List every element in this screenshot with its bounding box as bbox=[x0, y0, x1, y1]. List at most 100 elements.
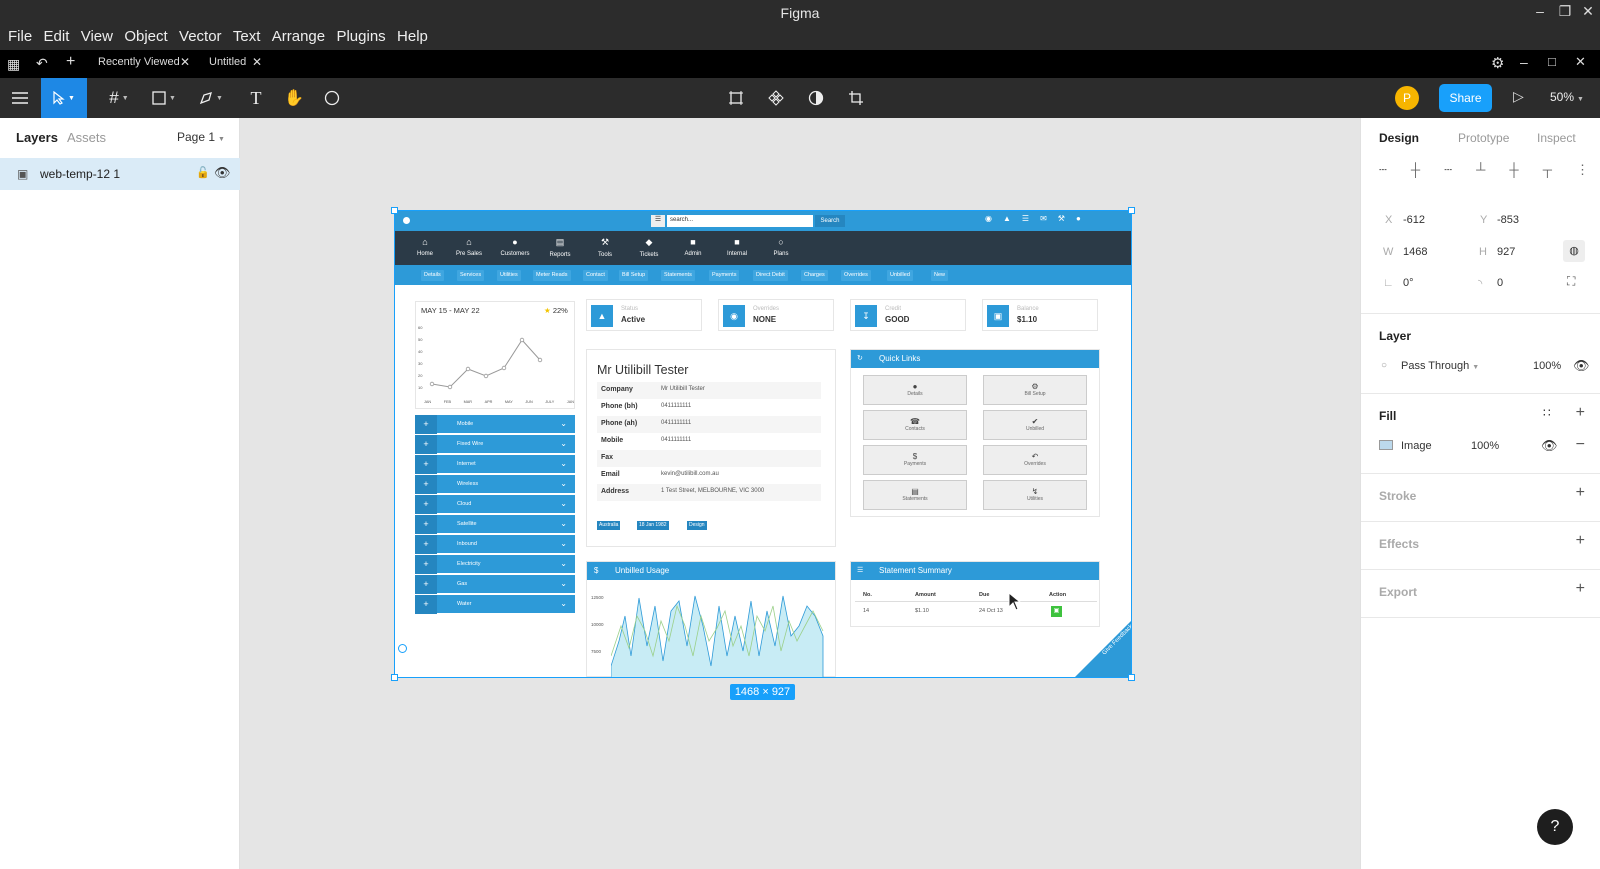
x-field[interactable]: -612 bbox=[1403, 214, 1425, 226]
tab-recently-viewed[interactable]: Recently Viewed bbox=[98, 56, 180, 68]
blend-icon: ○ bbox=[1381, 360, 1388, 371]
close-icon[interactable]: ✕ bbox=[1575, 54, 1586, 70]
eye-icon[interactable]: 👁 bbox=[214, 165, 231, 181]
eye-icon[interactable]: 👁 bbox=[1573, 358, 1590, 374]
y-field[interactable]: -853 bbox=[1497, 214, 1519, 226]
rotation-field[interactable]: 0° bbox=[1403, 277, 1414, 289]
distribute-icon[interactable]: ⋮ bbox=[1576, 162, 1589, 178]
crop-icon[interactable] bbox=[838, 78, 874, 118]
menu-view[interactable]: View bbox=[81, 28, 113, 45]
align-left-icon[interactable]: ┄ bbox=[1379, 162, 1387, 178]
title-bar: Figma – ❐ ✕ bbox=[0, 0, 1600, 26]
close-tab-icon[interactable]: ✕ bbox=[252, 55, 262, 69]
blend-mode-value: Pass Through bbox=[1401, 360, 1470, 372]
zoom-level[interactable]: 50% ▼ bbox=[1550, 90, 1584, 104]
tab-untitled[interactable]: Untitled bbox=[209, 56, 246, 68]
cursor-icon bbox=[1008, 592, 1022, 611]
close-icon[interactable]: ✕ bbox=[1578, 3, 1598, 20]
tab-assets[interactable]: Assets bbox=[67, 130, 106, 145]
help-button[interactable]: ? bbox=[1537, 809, 1573, 845]
export-section: Export + bbox=[1361, 570, 1600, 618]
frame-selection-icon[interactable] bbox=[718, 78, 754, 118]
rotation-icon: ∟ bbox=[1383, 277, 1394, 289]
avatar[interactable]: P bbox=[1395, 86, 1419, 110]
height-field[interactable]: 927 bbox=[1497, 246, 1515, 258]
menu-object[interactable]: Object bbox=[124, 28, 167, 45]
resize-handle[interactable] bbox=[391, 674, 398, 681]
align-right-icon[interactable]: ┄ bbox=[1444, 162, 1452, 178]
text-tool-button[interactable]: T bbox=[238, 78, 274, 118]
right-panel: Design Prototype Inspect ┄ ┼ ┄ ┴ ┼ ┬ ⋮ X… bbox=[1360, 118, 1600, 869]
fill-opacity-field[interactable]: 100% bbox=[1471, 440, 1499, 452]
zoom-value: 50% bbox=[1550, 90, 1575, 104]
tab-design[interactable]: Design bbox=[1379, 131, 1419, 145]
width-field[interactable]: 1468 bbox=[1403, 246, 1427, 258]
layer-name: web-temp-12 1 bbox=[40, 167, 121, 181]
main-menu-icon[interactable] bbox=[2, 78, 38, 118]
minimize-icon[interactable]: – bbox=[1520, 54, 1528, 70]
comment-tool-icon[interactable] bbox=[314, 78, 350, 118]
layer-row[interactable]: ▣ web-temp-12 1 🔓 👁 bbox=[0, 158, 240, 190]
mask-icon[interactable] bbox=[798, 78, 834, 118]
frame-tool-button[interactable]: # ▼ bbox=[98, 78, 140, 118]
tab-layers[interactable]: Layers bbox=[16, 130, 58, 145]
add-export-icon[interactable]: + bbox=[1576, 580, 1585, 598]
new-tab-icon[interactable]: + bbox=[66, 53, 75, 71]
resize-handle[interactable] bbox=[1128, 207, 1135, 214]
menu-vector[interactable]: Vector bbox=[179, 28, 222, 45]
share-button[interactable]: Share bbox=[1439, 84, 1492, 112]
x-label: X bbox=[1385, 214, 1393, 226]
unlock-icon[interactable]: 🔓 bbox=[196, 166, 210, 179]
tab-bar: ▦ ↶ + Recently Viewed ✕ Untitled ✕ ⚙ – □… bbox=[0, 50, 1600, 78]
styles-icon[interactable]: ∷ bbox=[1543, 406, 1551, 420]
grid-icon[interactable]: ▦ bbox=[7, 56, 20, 73]
restore-icon[interactable]: ❐ bbox=[1555, 3, 1575, 20]
align-center-h-icon[interactable]: ┼ bbox=[1411, 162, 1420, 178]
shape-tool-button[interactable]: ▼ bbox=[143, 78, 185, 118]
menu-arrange[interactable]: Arrange bbox=[272, 28, 325, 45]
add-stroke-icon[interactable]: + bbox=[1576, 484, 1585, 502]
hand-tool-icon[interactable]: ✋ bbox=[276, 78, 312, 118]
toolbar: ▼ # ▼ ▼ ▼ T ✋ P Share ▷ 50% ▼ bbox=[0, 78, 1600, 118]
fill-section: Fill ∷ + Image 100% 👁 − bbox=[1361, 394, 1600, 474]
add-fill-icon[interactable]: + bbox=[1576, 404, 1585, 422]
align-center-v-icon[interactable]: ┼ bbox=[1509, 162, 1518, 178]
move-tool-button[interactable]: ▼ bbox=[41, 78, 87, 118]
close-tab-icon[interactable]: ✕ bbox=[180, 55, 190, 69]
window-title: Figma bbox=[780, 5, 820, 21]
menu-bar: File Edit View Object Vector Text Arrang… bbox=[0, 26, 1600, 50]
tab-prototype[interactable]: Prototype bbox=[1458, 131, 1509, 145]
maximize-icon[interactable]: □ bbox=[1548, 54, 1556, 69]
radius-field[interactable]: 0 bbox=[1497, 277, 1503, 289]
present-icon[interactable]: ▷ bbox=[1513, 88, 1524, 105]
add-effect-icon[interactable]: + bbox=[1576, 532, 1585, 550]
constrain-proportions-icon[interactable]: ◍ bbox=[1563, 240, 1585, 262]
w-label: W bbox=[1383, 246, 1394, 258]
page-selector[interactable]: Page 1 ▼ bbox=[177, 130, 225, 144]
fill-type[interactable]: Image bbox=[1401, 440, 1432, 452]
align-bottom-icon[interactable]: ┬ bbox=[1543, 162, 1552, 178]
back-icon[interactable]: ↶ bbox=[36, 55, 48, 72]
settings-icon[interactable]: ⚙ bbox=[1491, 54, 1504, 72]
blend-mode-select[interactable]: Pass Through ▼ bbox=[1401, 360, 1479, 372]
resize-handle[interactable] bbox=[1128, 674, 1135, 681]
menu-file[interactable]: File bbox=[8, 28, 32, 45]
size-badge: 1468 × 927 bbox=[730, 684, 795, 700]
pen-tool-button[interactable]: ▼ bbox=[190, 78, 232, 118]
layer-opacity-field[interactable]: 100% bbox=[1533, 360, 1561, 372]
layer-title: Layer bbox=[1379, 329, 1412, 343]
component-icon[interactable] bbox=[758, 78, 794, 118]
eye-icon[interactable]: 👁 bbox=[1541, 438, 1558, 454]
image-fill-swatch[interactable] bbox=[1379, 440, 1393, 450]
minimize-icon[interactable]: – bbox=[1530, 3, 1550, 19]
resize-handle[interactable] bbox=[391, 207, 398, 214]
remove-fill-icon[interactable]: − bbox=[1576, 436, 1585, 454]
align-top-icon[interactable]: ┴ bbox=[1476, 162, 1485, 178]
menu-plugins[interactable]: Plugins bbox=[336, 28, 385, 45]
independent-corners-icon[interactable]: ⛶ bbox=[1567, 274, 1575, 289]
menu-help[interactable]: Help bbox=[397, 28, 428, 45]
menu-edit[interactable]: Edit bbox=[44, 28, 70, 45]
tab-inspect[interactable]: Inspect bbox=[1537, 131, 1576, 145]
menu-text[interactable]: Text bbox=[233, 28, 261, 45]
alignment-toolbar: ┄ ┼ ┄ ┴ ┼ ┬ ⋮ bbox=[1379, 162, 1589, 178]
